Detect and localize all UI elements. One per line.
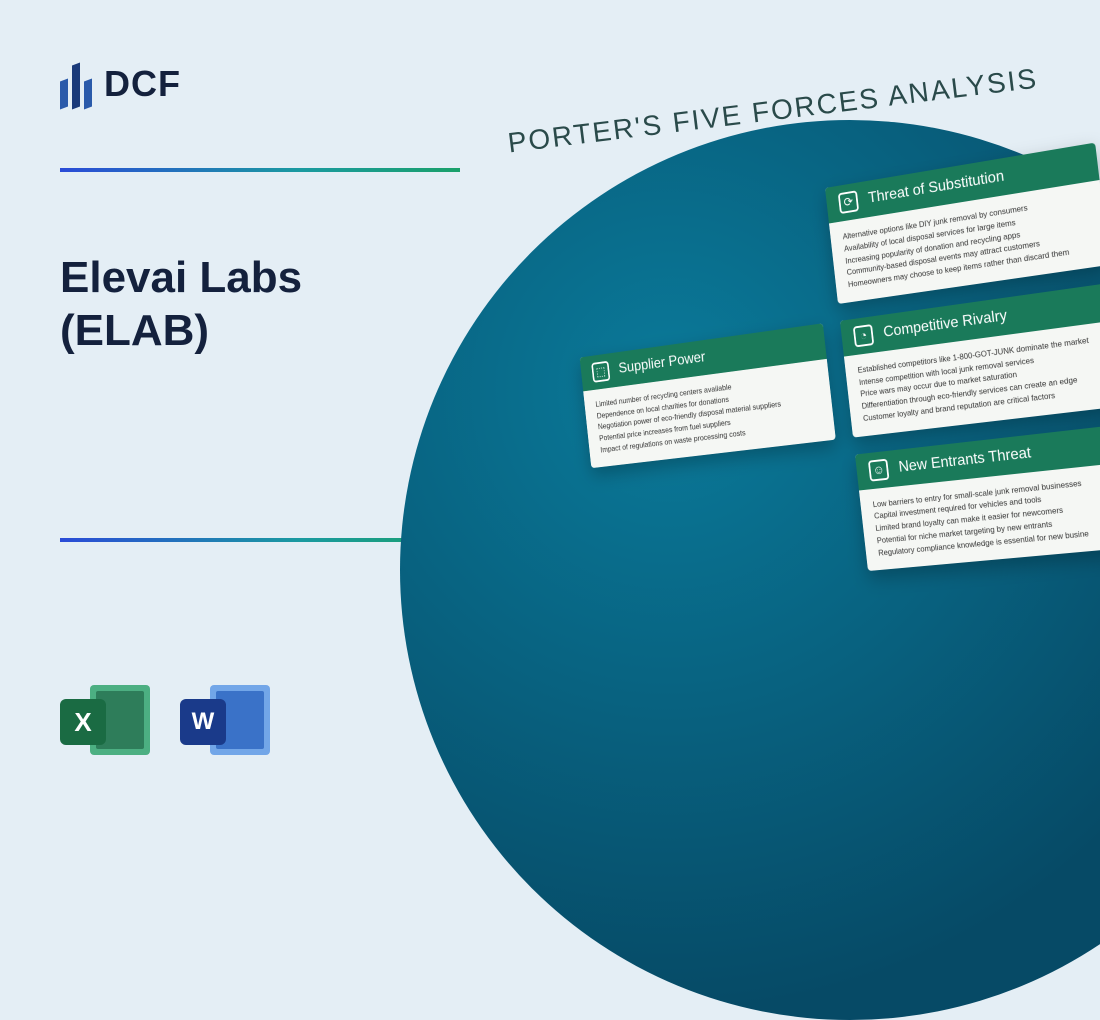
clock-icon: ◔: [853, 324, 874, 347]
excel-letter: X: [60, 699, 106, 745]
file-icons-row: X W: [60, 677, 270, 767]
company-name: Elevai Labs (ELAB): [60, 252, 500, 358]
word-letter: W: [180, 699, 226, 745]
company-line2: (ELAB): [60, 306, 209, 355]
word-icon[interactable]: W: [180, 677, 270, 767]
person-icon: ☺: [868, 458, 890, 481]
link-icon: ⬚: [591, 361, 610, 383]
logo-text: DCF: [104, 63, 181, 105]
excel-icon[interactable]: X: [60, 677, 150, 767]
logo-bars-icon: [60, 60, 92, 108]
divider-top: [60, 168, 460, 172]
refresh-icon: ⟳: [838, 190, 859, 214]
company-line1: Elevai Labs: [60, 253, 302, 302]
card-title: Supplier Power: [618, 349, 706, 377]
logo: DCF: [60, 60, 500, 108]
card-title: New Entrants Threat: [898, 444, 1032, 476]
